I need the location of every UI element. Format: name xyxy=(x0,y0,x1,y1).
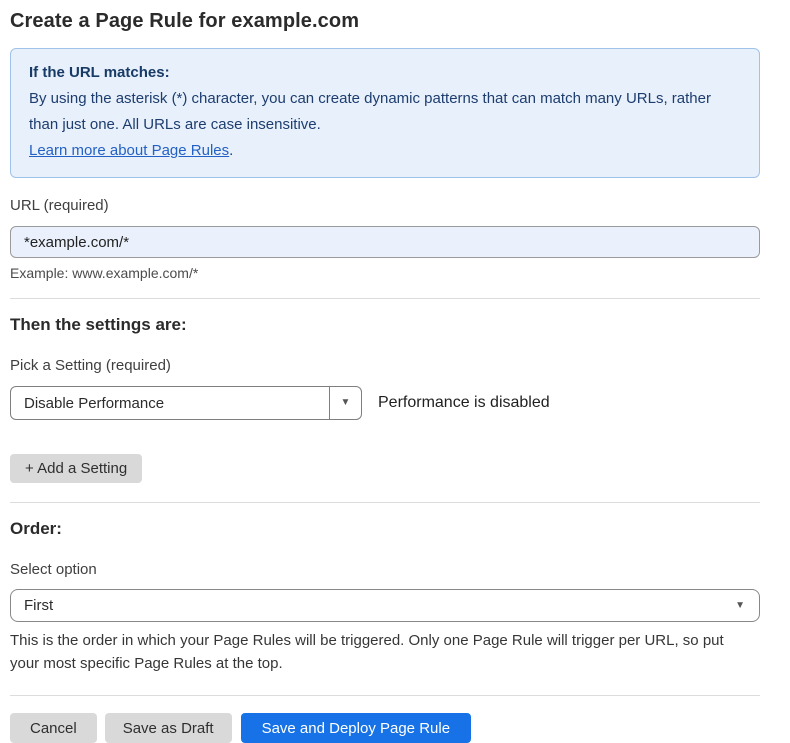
learn-more-link[interactable]: Learn more about Page Rules xyxy=(29,142,229,159)
url-input[interactable] xyxy=(10,226,760,258)
create-page-rule-panel: Create a Page Rule for example.com If th… xyxy=(0,0,790,743)
divider xyxy=(10,502,760,503)
setting-select-arrow-button[interactable]: ▼ xyxy=(329,387,361,419)
url-example-text: Example: www.example.com/* xyxy=(10,265,760,281)
link-suffix: . xyxy=(229,142,233,159)
cancel-button[interactable]: Cancel xyxy=(10,713,97,743)
setting-picker-label: Pick a Setting (required) xyxy=(10,357,760,374)
info-box-body: By using the asterisk (*) character, you… xyxy=(29,86,729,138)
info-box-link-line: Learn more about Page Rules. xyxy=(29,138,741,164)
info-box-heading: If the URL matches: xyxy=(29,60,741,86)
url-match-info-box: If the URL matches: By using the asteris… xyxy=(10,48,760,178)
setting-select-value: Disable Performance xyxy=(11,387,329,419)
save-as-draft-button[interactable]: Save as Draft xyxy=(105,713,232,743)
footer-button-bar: Cancel Save as Draft Save and Deploy Pag… xyxy=(10,713,760,743)
chevron-down-icon: ▼ xyxy=(735,601,745,611)
order-section-heading: Order: xyxy=(10,519,760,539)
order-select-value: First xyxy=(24,597,53,614)
order-help-text: This is the order in which your Page Rul… xyxy=(10,629,755,675)
divider xyxy=(10,298,760,299)
page-title: Create a Page Rule for example.com xyxy=(10,10,760,33)
save-and-deploy-button[interactable]: Save and Deploy Page Rule xyxy=(241,713,471,743)
settings-section-heading: Then the settings are: xyxy=(10,315,760,335)
divider xyxy=(10,695,760,696)
setting-select[interactable]: Disable Performance ▼ xyxy=(10,386,362,420)
setting-row: Disable Performance ▼ Performance is dis… xyxy=(10,386,760,420)
order-select-label: Select option xyxy=(10,561,760,578)
order-select[interactable]: First ▼ xyxy=(10,589,760,622)
add-setting-button[interactable]: + Add a Setting xyxy=(10,454,142,483)
chevron-down-icon: ▼ xyxy=(341,398,351,408)
setting-status-text: Performance is disabled xyxy=(378,394,550,412)
url-field-label: URL (required) xyxy=(10,197,760,214)
